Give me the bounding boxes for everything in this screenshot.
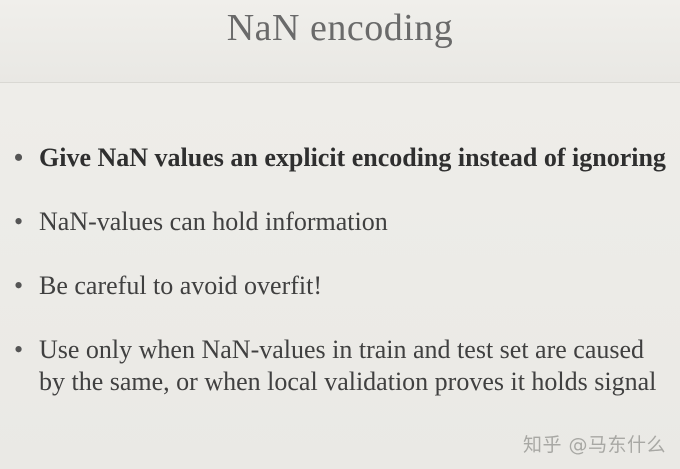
bullet-text: Use only when NaN-values in train and te… (39, 335, 657, 396)
bullet-item: • Use only when NaN-values in train and … (12, 334, 672, 398)
title-band: NaN encoding (0, 0, 680, 83)
bullet-dot-icon: • (14, 143, 24, 172)
bullet-item: • Be careful to avoid overfit! (12, 270, 672, 302)
bullet-item: • Give NaN values an explicit encoding i… (12, 142, 672, 174)
bullet-text: NaN-values can hold information (39, 207, 388, 236)
watermark: 知乎 @马东什么 (522, 434, 666, 456)
bullet-text: Be careful to avoid overfit! (39, 271, 322, 300)
slide-title: NaN encoding (226, 7, 454, 49)
slide: NaN encoding • Give NaN values an explic… (0, 0, 680, 469)
bullet-list: • Give NaN values an explicit encoding i… (12, 142, 672, 398)
bullet-text: Give NaN values an explicit encoding ins… (39, 143, 666, 172)
bullet-item: • NaN-values can hold information (12, 206, 672, 238)
bullet-dot-icon: • (14, 335, 24, 364)
bullet-dot-icon: • (14, 207, 24, 236)
bullet-dot-icon: • (14, 271, 24, 300)
